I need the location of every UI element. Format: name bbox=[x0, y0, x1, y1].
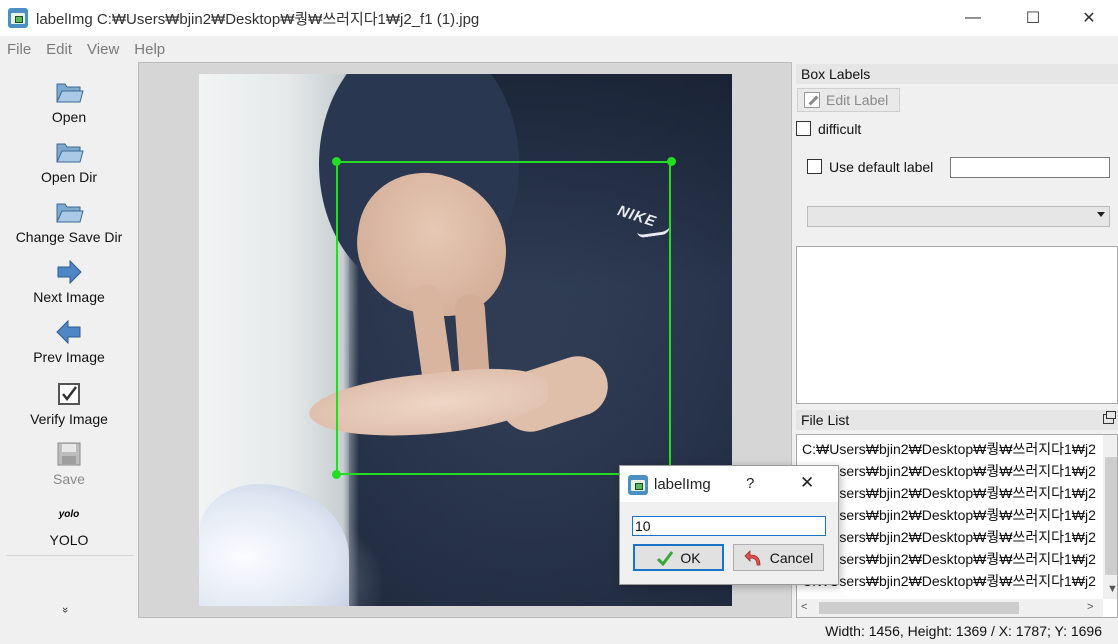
dialog-title-bar: labelImg ? ✕ bbox=[620, 466, 838, 502]
cancel-label: Cancel bbox=[769, 549, 814, 566]
bbox-handle-top-right[interactable] bbox=[667, 157, 676, 166]
next-image-button[interactable]: Next Image bbox=[0, 256, 138, 305]
toolbar-expand-icon[interactable]: » bbox=[59, 607, 71, 613]
label-dialog: labelImg ? ✕ OK Cancel bbox=[619, 465, 839, 585]
cancel-button[interactable]: Cancel bbox=[733, 544, 824, 571]
prev-image-label: Prev Image bbox=[33, 349, 105, 365]
folder-open-icon bbox=[53, 76, 85, 108]
change-save-dir-button[interactable]: Change Save Dir bbox=[0, 196, 138, 245]
arrow-left-icon bbox=[53, 316, 85, 348]
ok-label: OK bbox=[680, 549, 701, 566]
labelimg-app-icon bbox=[628, 475, 648, 495]
next-image-label: Next Image bbox=[33, 289, 105, 305]
dialog-close-icon[interactable]: ✕ bbox=[800, 473, 814, 493]
save-label: Save bbox=[53, 471, 85, 487]
status-bar: Width: 1456, Height: 1369 / X: 1787; Y: … bbox=[0, 618, 1118, 644]
file-list-item[interactable]: C:₩Users₩bjin2₩Desktop₩퀑₩쓰러지다1₩j2 bbox=[802, 527, 1096, 547]
maximize-button[interactable]: ☐ bbox=[1010, 0, 1056, 36]
toolbar-separator bbox=[6, 555, 134, 556]
file-list-title: File List bbox=[796, 410, 1118, 430]
edit-pen-icon bbox=[804, 92, 820, 108]
label-list[interactable] bbox=[796, 246, 1118, 404]
box-labels-title: Box Labels bbox=[796, 64, 1118, 84]
horizontal-scroll-thumb[interactable] bbox=[819, 602, 1019, 614]
dock-float-icon[interactable] bbox=[1103, 411, 1116, 424]
file-list-item[interactable]: C:₩Users₩bjin2₩Desktop₩퀑₩쓰러지다1₩j2 bbox=[802, 571, 1096, 591]
bounding-box[interactable] bbox=[336, 161, 671, 475]
scroll-left-arrow-icon[interactable]: < bbox=[801, 601, 807, 613]
file-list-horizontal-scrollbar[interactable]: < > bbox=[797, 599, 1103, 617]
open-button[interactable]: Open bbox=[0, 76, 138, 125]
label-combo-box[interactable] bbox=[807, 206, 1110, 227]
file-list-item[interactable]: C:₩Users₩bjin2₩Desktop₩퀑₩쓰러지다1₩j2 bbox=[802, 483, 1096, 503]
open-dir-button[interactable]: Open Dir bbox=[0, 136, 138, 185]
label-name-input[interactable] bbox=[632, 516, 826, 536]
right-dock: Box Labels Edit Label difficult Use defa… bbox=[793, 62, 1118, 618]
minimize-button[interactable]: — bbox=[950, 0, 996, 36]
verify-image-label: Verify Image bbox=[30, 411, 108, 427]
window-title: labelImg C:₩Users₩bjin2₩Desktop₩퀑₩쓰러지다1₩… bbox=[36, 10, 480, 28]
file-list-item[interactable]: C:₩Users₩bjin2₩Desktop₩퀑₩쓰러지다1₩j2 bbox=[802, 461, 1096, 481]
arrow-right-icon bbox=[53, 256, 85, 288]
yolo-format-button[interactable]: yolo YOLO bbox=[0, 504, 138, 549]
checkbox-icon bbox=[53, 378, 85, 410]
save-button[interactable]: Save bbox=[0, 438, 138, 487]
default-label-input[interactable] bbox=[950, 157, 1110, 178]
open-dir-label: Open Dir bbox=[40, 169, 98, 185]
edit-label-button[interactable]: Edit Label bbox=[797, 88, 900, 112]
menu-help[interactable]: Help bbox=[134, 41, 165, 58]
undo-arrow-icon bbox=[744, 549, 761, 565]
minimize-icon: — bbox=[965, 9, 981, 26]
scroll-right-arrow-icon[interactable]: > bbox=[1087, 601, 1093, 613]
checkmark-icon bbox=[657, 550, 674, 566]
use-default-label-text: Use default label bbox=[829, 159, 934, 175]
menu-bar: File Edit View Help bbox=[0, 36, 1118, 62]
dialog-title: labelImg bbox=[654, 476, 711, 493]
bbox-handle-bottom-left[interactable] bbox=[332, 470, 341, 479]
ok-button[interactable]: OK bbox=[633, 544, 724, 571]
scroll-down-arrow-icon[interactable]: ▼ bbox=[1107, 583, 1117, 595]
close-button[interactable]: ✕ bbox=[1066, 0, 1112, 36]
close-icon: ✕ bbox=[1082, 10, 1096, 27]
menu-edit[interactable]: Edit bbox=[46, 41, 72, 58]
app-window: labelImg C:₩Users₩bjin2₩Desktop₩퀑₩쓰러지다1₩… bbox=[0, 0, 1118, 644]
difficult-label: difficult bbox=[818, 121, 862, 137]
file-list-title-text: File List bbox=[801, 412, 850, 428]
prev-image-button[interactable]: Prev Image bbox=[0, 316, 138, 365]
left-toolbar: Open Open Dir Change Save Dir Next Image… bbox=[0, 64, 138, 618]
title-bar: labelImg C:₩Users₩bjin2₩Desktop₩퀑₩쓰러지다1₩… bbox=[0, 0, 1118, 36]
file-list-vertical-scrollbar[interactable]: ▼ bbox=[1103, 435, 1117, 599]
use-default-label-checkbox[interactable] bbox=[807, 159, 822, 174]
bbox-handle-top-left[interactable] bbox=[332, 157, 341, 166]
file-list-item[interactable]: C:₩Users₩bjin2₩Desktop₩퀑₩쓰러지다1₩j2 bbox=[802, 505, 1096, 525]
file-list-item[interactable]: C:₩Users₩bjin2₩Desktop₩퀑₩쓰러지다1₩j2 bbox=[802, 439, 1096, 459]
difficult-checkbox[interactable] bbox=[796, 121, 811, 136]
status-text: Width: 1456, Height: 1369 / X: 1787; Y: … bbox=[825, 623, 1102, 639]
open-label: Open bbox=[51, 109, 87, 125]
floppy-disk-icon bbox=[53, 438, 85, 470]
folder-open-icon bbox=[53, 196, 85, 228]
folder-open-icon bbox=[53, 136, 85, 168]
edit-label-text: Edit Label bbox=[826, 92, 889, 108]
help-icon[interactable]: ? bbox=[746, 475, 754, 492]
yolo-icon: yolo bbox=[58, 508, 80, 520]
verify-image-button[interactable]: Verify Image bbox=[0, 378, 138, 427]
file-list[interactable]: C:₩Users₩bjin2₩Desktop₩퀑₩쓰러지다1₩j2 C:₩Use… bbox=[796, 434, 1118, 618]
menu-file[interactable]: File bbox=[7, 41, 31, 58]
chevron-down-icon bbox=[1097, 212, 1105, 217]
menu-view[interactable]: View bbox=[87, 41, 119, 58]
file-list-item[interactable]: C:₩Users₩bjin2₩Desktop₩퀑₩쓰러지다1₩j2 bbox=[802, 549, 1096, 569]
labelimg-app-icon bbox=[8, 8, 28, 28]
change-save-dir-label: Change Save Dir bbox=[15, 229, 123, 245]
yolo-label: YOLO bbox=[49, 532, 89, 548]
maximize-icon: ☐ bbox=[1025, 10, 1041, 27]
vertical-scroll-thumb[interactable] bbox=[1105, 457, 1117, 575]
